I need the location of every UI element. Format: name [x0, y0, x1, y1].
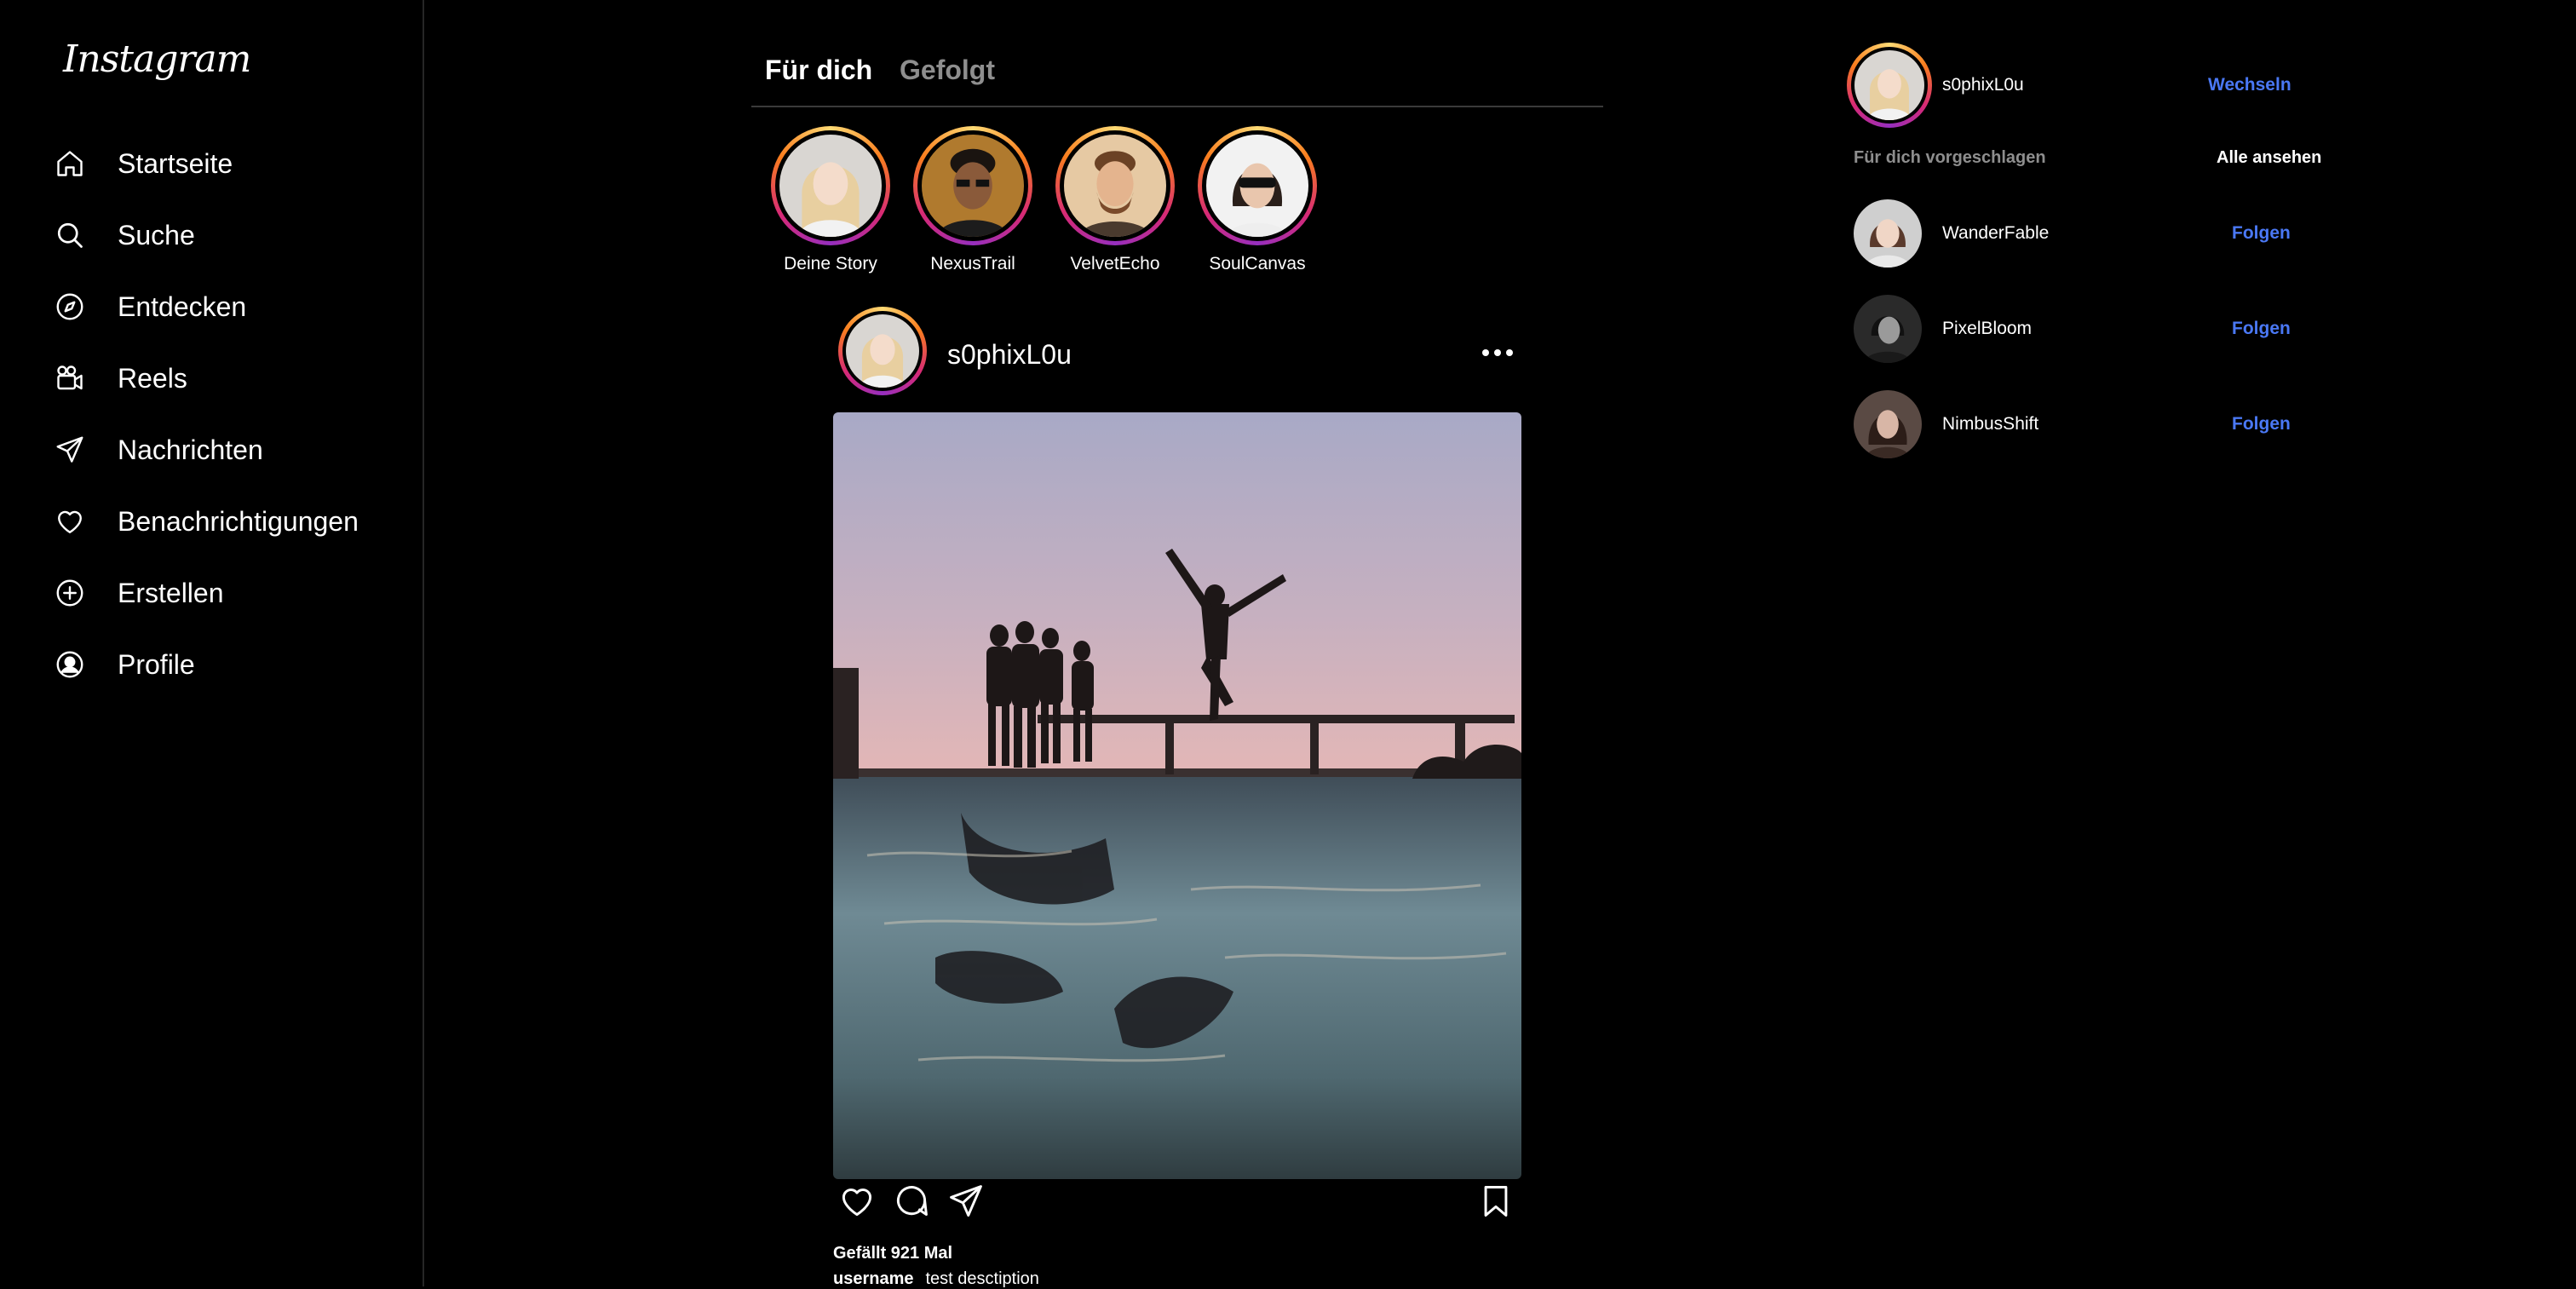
avatar[interactable]	[1854, 295, 1922, 363]
see-all-link[interactable]: Alle ansehen	[2217, 148, 2321, 168]
current-user-avatar[interactable]	[1847, 43, 1932, 128]
story-item[interactable]: NexusTrail	[909, 126, 1037, 274]
post-username[interactable]: s0phixL0u	[947, 339, 1072, 371]
sidebar-item-benachrichtigungen[interactable]: Benachrichtigungen	[0, 486, 423, 557]
story-name: NexusTrail	[930, 254, 1015, 273]
suggestion-username[interactable]: NimbusShift	[1942, 414, 2038, 434]
bookmark-icon	[1484, 1186, 1508, 1217]
avatar[interactable]	[1854, 390, 1922, 458]
sidebar-item-label: Erstellen	[118, 577, 224, 608]
sidebar-item-nachrichten[interactable]: Nachrichten	[0, 414, 423, 486]
avatar	[1206, 135, 1308, 237]
suggestion-item: PixelBloom Folgen	[1854, 295, 2331, 366]
sidebar: Instagram Startseite Suche Entdecken Ree…	[0, 0, 424, 1286]
sidebar-item-erstellen[interactable]: Erstellen	[0, 557, 423, 629]
current-user-card: s0phixL0u Wechseln	[1847, 43, 2324, 136]
instagram-logo[interactable]: Instagram	[63, 37, 251, 81]
suggestions-title: Für dich vorgeschlagen	[1854, 148, 2046, 167]
send-icon	[950, 1185, 982, 1217]
suggestion-item: NimbusShift Folgen	[1854, 390, 2331, 462]
sidebar-nav: Startseite Suche Entdecken Reels Nachric…	[0, 128, 423, 700]
comment-button[interactable]	[893, 1183, 935, 1225]
suggestions-header: Für dich vorgeschlagen Alle ansehen	[1854, 147, 2331, 172]
follow-button[interactable]: Folgen	[2232, 319, 2291, 339]
save-button[interactable]	[1477, 1183, 1520, 1225]
tab-gefolgt[interactable]: Gefolgt	[900, 55, 995, 86]
sidebar-item-entdecken[interactable]: Entdecken	[0, 271, 423, 342]
story-name: VelvetEcho	[1070, 254, 1160, 273]
heart-icon	[51, 503, 89, 540]
tab-fuer-dich[interactable]: Für dich	[765, 55, 872, 86]
sidebar-item-startseite[interactable]: Startseite	[0, 128, 423, 199]
reels-icon	[51, 360, 89, 397]
sidebar-item-label: Entdecken	[118, 291, 247, 322]
story-ring	[771, 126, 890, 245]
avatar	[779, 135, 882, 237]
sidebar-item-label: Profile	[118, 648, 195, 680]
avatar	[846, 314, 919, 388]
story-item[interactable]: VelvetEcho	[1051, 126, 1179, 274]
send-icon	[51, 431, 89, 469]
sidebar-item-label: Startseite	[118, 147, 233, 179]
suggestion-item: WanderFable Folgen	[1854, 199, 2331, 271]
plus-circle-icon	[51, 574, 89, 612]
story-ring	[1198, 126, 1317, 245]
story-name: SoulCanvas	[1209, 254, 1306, 273]
avatar[interactable]	[1854, 199, 1922, 268]
suggestion-username[interactable]: WanderFable	[1942, 223, 2049, 244]
avatar	[1064, 135, 1166, 237]
more-options-button[interactable]	[1472, 337, 1523, 368]
sidebar-item-reels[interactable]: Reels	[0, 342, 423, 414]
profile-icon	[51, 646, 89, 683]
search-icon	[51, 216, 89, 254]
sidebar-item-suche[interactable]: Suche	[0, 199, 423, 271]
story-item[interactable]: SoulCanvas	[1193, 126, 1321, 274]
suggestion-username[interactable]: PixelBloom	[1942, 319, 2032, 339]
story-name: Deine Story	[784, 254, 877, 273]
current-username[interactable]: s0phixL0u	[1942, 75, 2024, 95]
sidebar-item-profile[interactable]: Profile	[0, 629, 423, 700]
likes-count[interactable]: Gefällt 921 Mal	[833, 1244, 952, 1263]
post-author-avatar[interactable]	[838, 307, 927, 395]
post-actions	[838, 1183, 1520, 1234]
feed-tabs: Für dich Gefolgt	[751, 37, 1603, 107]
sidebar-item-label: Nachrichten	[118, 434, 263, 465]
caption-username[interactable]: username	[833, 1269, 914, 1288]
avatar	[922, 135, 1024, 237]
switch-account-link[interactable]: Wechseln	[2208, 75, 2291, 95]
sidebar-item-label: Suche	[118, 219, 195, 250]
follow-button[interactable]: Folgen	[2232, 223, 2291, 244]
heart-icon	[842, 1188, 872, 1217]
compass-icon	[51, 288, 89, 325]
share-button[interactable]	[947, 1183, 990, 1225]
story-ring	[1055, 126, 1175, 245]
avatar	[1854, 50, 1924, 120]
sidebar-item-label: Benachrichtigungen	[118, 505, 359, 537]
post-image[interactable]	[833, 412, 1521, 1179]
comment-icon	[896, 1186, 928, 1217]
story-ring	[913, 126, 1032, 245]
more-dots-icon	[1482, 349, 1489, 356]
sidebar-item-label: Reels	[118, 362, 187, 394]
post-header: s0phixL0u	[838, 307, 1523, 409]
home-icon	[51, 145, 89, 182]
follow-button[interactable]: Folgen	[2232, 414, 2291, 434]
like-button[interactable]	[838, 1183, 881, 1225]
caption-text: test desctiption	[925, 1269, 1039, 1288]
story-item[interactable]: Deine Story	[767, 126, 894, 274]
